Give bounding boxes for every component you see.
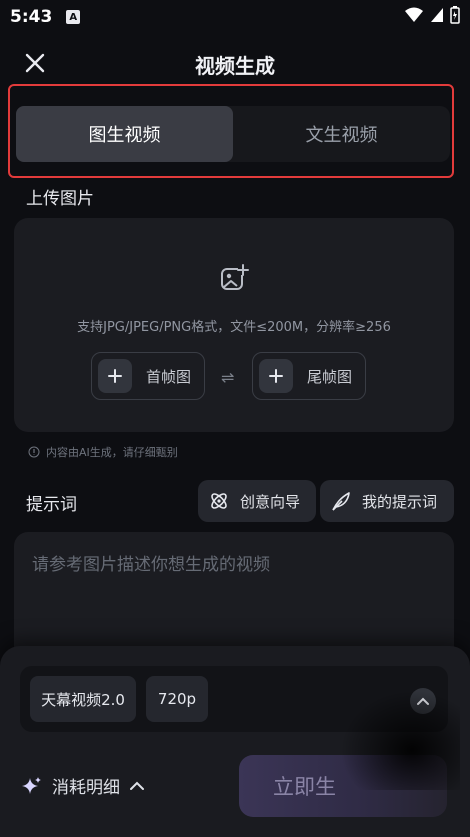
sparkle-icon: [22, 776, 41, 794]
settings-bar[interactable]: 天幕视频2.0 720p: [20, 666, 448, 732]
ai-disclaimer: 内容由AI生成，请仔细甄别: [28, 444, 178, 460]
swap-icon[interactable]: ⇌: [221, 368, 234, 387]
first-frame-button[interactable]: 首帧图: [91, 352, 205, 400]
add-image-icon: [221, 264, 249, 290]
cost-details-button[interactable]: 消耗明细: [22, 773, 144, 798]
screen: 5:43 A 视频生成 图生视频 文生视频 上传图片 支持JPG/JPEG/PN…: [0, 0, 470, 837]
my-prompts-button[interactable]: 我的提示词: [320, 480, 454, 522]
atom-icon: [211, 493, 227, 509]
status-icons: [404, 6, 460, 24]
tab-text-to-video[interactable]: 文生视频: [233, 106, 450, 162]
first-frame-label: 首帧图: [146, 367, 192, 386]
battery-icon: [450, 6, 460, 24]
plus-icon: [259, 359, 293, 393]
plus-icon: [98, 359, 132, 393]
my-prompts-label: 我的提示词: [362, 492, 438, 511]
ai-disclaimer-text: 内容由AI生成，请仔细甄别: [46, 446, 178, 459]
mode-tabs: 图生视频 文生视频: [16, 106, 450, 162]
status-time: 5:43: [10, 7, 53, 27]
prompt-section-title: 提示词: [26, 495, 77, 515]
resolution-chip[interactable]: 720p: [146, 676, 208, 722]
generate-button[interactable]: 立即生: [239, 755, 447, 817]
chevron-up-icon: [130, 781, 144, 790]
feather-icon: [332, 492, 350, 511]
last-frame-button[interactable]: 尾帧图: [252, 352, 366, 400]
page-title: 视频生成: [195, 54, 275, 78]
upload-area[interactable]: 支持JPG/JPEG/PNG格式，文件≤200M，分辨率≥256 首帧图 ⇌ 尾…: [14, 218, 454, 432]
last-frame-label: 尾帧图: [307, 367, 353, 386]
chevron-up-icon[interactable]: [410, 688, 436, 714]
wifi-icon: [405, 7, 423, 22]
creative-guide-button[interactable]: 创意向导: [198, 480, 316, 522]
notification-a-icon: A: [66, 10, 81, 24]
upload-section-title: 上传图片: [26, 189, 94, 209]
upload-hint: 支持JPG/JPEG/PNG格式，文件≤200M，分辨率≥256: [77, 320, 391, 335]
status-bar: 5:43 A: [0, 0, 470, 34]
signal-icon: [431, 8, 443, 22]
creative-guide-label: 创意向导: [240, 492, 301, 511]
tab-image-to-video[interactable]: 图生视频: [16, 106, 233, 162]
info-icon: [28, 446, 40, 458]
bottom-sheet: 天幕视频2.0 720p 消耗明细 立即生: [0, 646, 470, 837]
cost-details-label: 消耗明细: [52, 778, 120, 798]
model-chip[interactable]: 天幕视频2.0: [30, 676, 136, 722]
prompt-placeholder: 请参考图片描述你想生成的视频: [32, 555, 270, 575]
